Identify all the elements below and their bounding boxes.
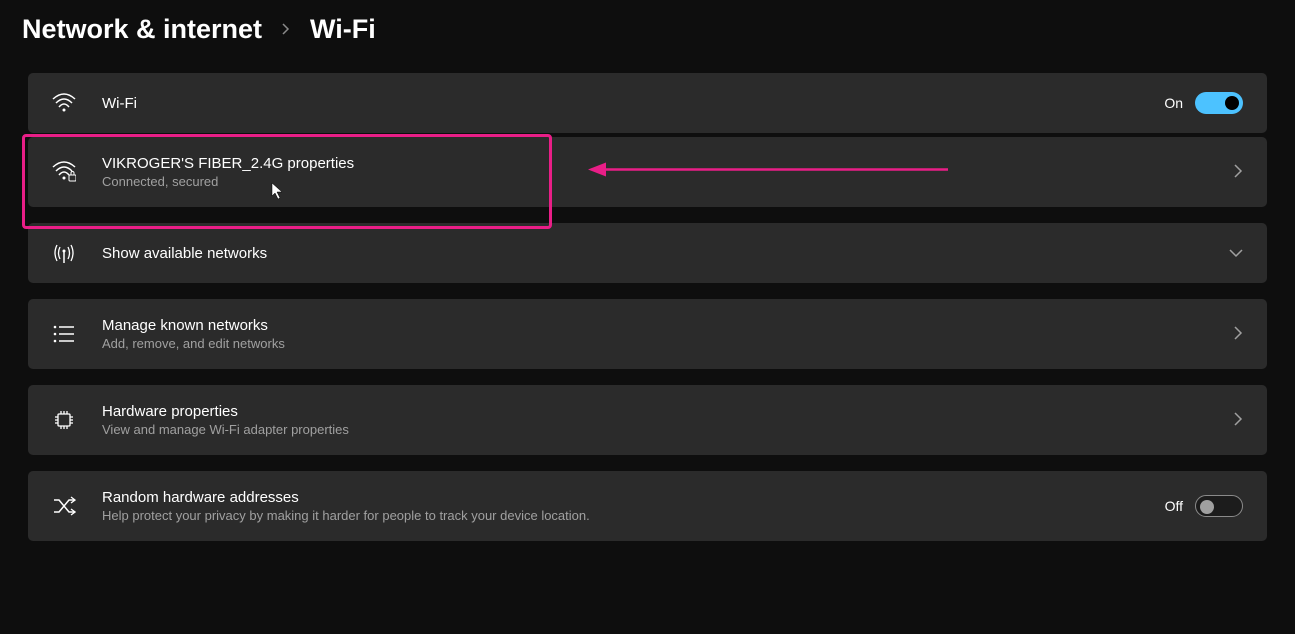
chevron-right-icon xyxy=(1233,326,1243,343)
random-addresses-card[interactable]: Random hardware addresses Help protect y… xyxy=(28,471,1267,541)
known-networks-subtitle: Add, remove, and edit networks xyxy=(102,336,1207,351)
hardware-properties-card[interactable]: Hardware properties View and manage Wi-F… xyxy=(28,385,1267,455)
hardware-properties-title: Hardware properties xyxy=(102,403,1207,420)
wifi-secured-icon xyxy=(52,160,76,184)
breadcrumb-parent[interactable]: Network & internet xyxy=(22,14,262,45)
breadcrumb: Network & internet Wi-Fi xyxy=(0,0,1295,73)
chevron-down-icon xyxy=(1229,245,1243,261)
wifi-title: Wi-Fi xyxy=(102,95,1138,112)
chevron-right-icon xyxy=(1233,412,1243,429)
wifi-toggle-card[interactable]: Wi-Fi On xyxy=(28,73,1267,133)
hardware-properties-subtitle: View and manage Wi-Fi adapter properties xyxy=(102,422,1207,437)
known-networks-title: Manage known networks xyxy=(102,317,1207,334)
network-properties-subtitle: Connected, secured xyxy=(102,174,1207,189)
chevron-right-icon xyxy=(1233,164,1243,181)
known-networks-card[interactable]: Manage known networks Add, remove, and e… xyxy=(28,299,1267,369)
wifi-toggle[interactable] xyxy=(1195,92,1243,114)
list-icon xyxy=(52,322,76,346)
chip-icon xyxy=(52,408,76,432)
available-networks-title: Show available networks xyxy=(102,245,1203,262)
random-addresses-toggle[interactable] xyxy=(1195,495,1243,517)
shuffle-icon xyxy=(52,494,76,518)
antenna-icon xyxy=(52,241,76,265)
wifi-icon xyxy=(52,91,76,115)
random-addresses-state-label: Off xyxy=(1165,498,1183,514)
random-addresses-subtitle: Help protect your privacy by making it h… xyxy=(102,508,1139,523)
network-properties-card[interactable]: VIKROGER'S FIBER_2.4G properties Connect… xyxy=(28,137,1267,207)
available-networks-card[interactable]: Show available networks xyxy=(28,223,1267,283)
network-properties-title: VIKROGER'S FIBER_2.4G properties xyxy=(102,155,1207,172)
breadcrumb-current: Wi-Fi xyxy=(310,14,376,45)
random-addresses-title: Random hardware addresses xyxy=(102,489,1139,506)
wifi-state-label: On xyxy=(1164,95,1183,111)
chevron-right-icon xyxy=(280,18,292,41)
